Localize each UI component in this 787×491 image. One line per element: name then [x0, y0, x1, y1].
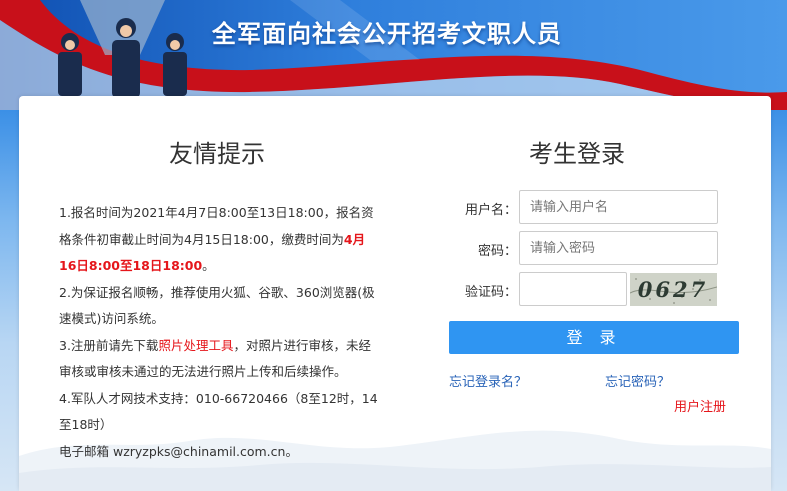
photo-tool-link[interactable]: 照片处理工具 [158, 338, 233, 353]
username-input[interactable] [519, 190, 718, 224]
notice-title: 友情提示 [169, 140, 265, 168]
forgot-username-link[interactable]: 忘记登录名？ [449, 371, 527, 390]
username-label: 用户名： [464, 203, 517, 218]
login-title: 考生登录 [529, 140, 625, 168]
captcha-image[interactable]: 0627 [630, 273, 717, 306]
captcha-input[interactable] [519, 272, 627, 306]
register-link[interactable]: 用户注册 [674, 396, 726, 415]
notice-email: 电子邮箱 wzryzpks@chinamil.com.cn。 [59, 443, 298, 459]
captcha-label: 验证码： [464, 285, 517, 300]
notice-list: 1.报名时间为2021年4月7日8:00至13日18:00，报名资格条件初审截止… [59, 200, 381, 465]
banner-title: 全军面向社会公开招考文职人员 [212, 20, 562, 48]
notice-item-support: 4.军队人才网技术支持：010-66720466（8至12时，14至18时） [59, 390, 378, 433]
main-card: 友情提示 1.报名时间为2021年4月7日8:00至13日18:00，报名资格条… [19, 96, 771, 491]
notice-item-3-text: 3.注册前请先下载 [59, 337, 159, 353]
header-banner: 全军面向社会公开招考文职人员 [0, 0, 787, 110]
login-button[interactable]: 登 录 [449, 321, 739, 354]
forgot-password-link[interactable]: 忘记密码？ [605, 371, 670, 390]
notice-item-1-text: 1.报名时间为2021年4月7日8:00至13日18:00，报名资格条件初审截止… [59, 205, 374, 247]
password-input[interactable] [519, 231, 718, 265]
notice-item-registration: 1.报名时间为2021年4月7日8:00至13日18:00，报名资格条件初审截止… [59, 200, 381, 280]
soldiers-illustration [58, 0, 187, 98]
password-label: 密码： [477, 244, 517, 259]
captcha-text: 0627 [638, 277, 708, 302]
notice-item-browser: 2.为保证报名顺畅，推荐使用火狐、谷歌、360浏览器(极速模式)访问系统。 [59, 284, 375, 327]
notice-item-1-suffix: 。 [202, 258, 215, 273]
notice-item-photo-tool: 3.注册前请先下载照片处理工具，对照片进行审核，未经审核或审核未通过的无法进行照… [59, 333, 381, 386]
